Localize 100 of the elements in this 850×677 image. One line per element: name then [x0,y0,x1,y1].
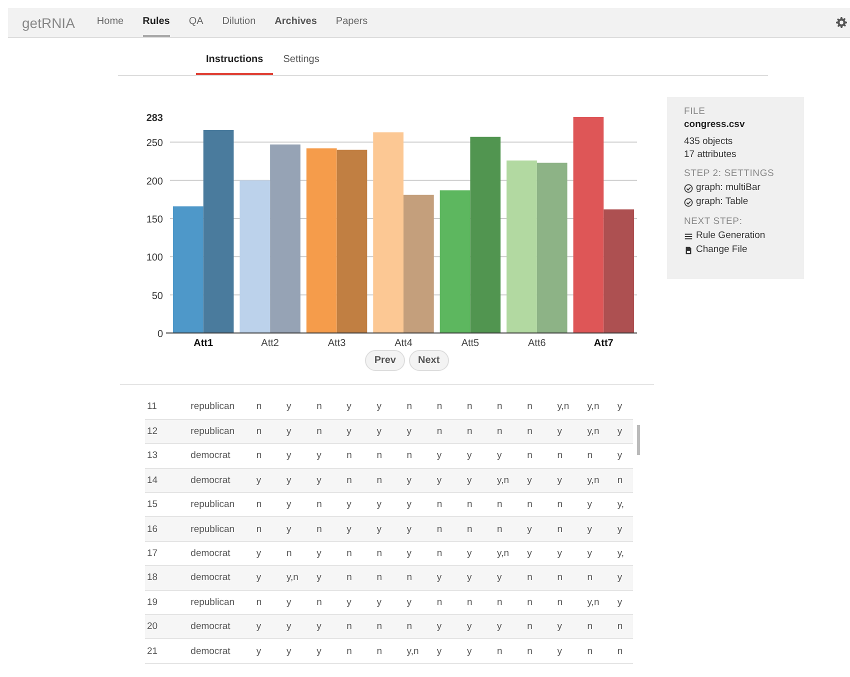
table-cell: y [557,468,588,493]
table-cell: y [406,516,437,542]
table-cell: n [436,516,467,542]
table-cell: y [617,444,633,468]
table-cell: y [466,444,498,468]
nav-link[interactable]: Rules [142,8,170,37]
table-cell: republican [190,590,256,615]
table-cell: n [617,468,633,493]
step-link[interactable]: Rule Generation [696,229,766,243]
nav-link[interactable]: QA [188,8,204,37]
tab[interactable]: Settings [273,46,330,75]
axis-label: Att1 [194,338,214,349]
table-cell: n [436,541,467,566]
table-cell: n [497,590,528,615]
nav-link[interactable]: Papers [336,8,368,37]
table-cell: y [286,614,317,639]
table-cell: y [557,614,588,639]
scrollbar-thumb[interactable] [637,425,640,455]
table-cell: n [617,638,633,664]
table-cell: n [346,444,377,468]
table-cell: n [346,468,377,493]
table-cell: y [436,444,467,468]
table-cell: y [527,516,558,542]
table-cell: n [527,614,558,639]
table-cell: y [346,590,377,615]
table-cell: y [587,516,618,542]
table-cell: y [497,614,528,639]
axis-label: 100 [146,252,163,264]
table-cell: y,n [286,566,317,590]
table-cell: n [587,614,618,639]
table-cell: republican [190,419,256,444]
table-cell: y [466,566,498,590]
table-cell: 20 [145,614,191,639]
table-cell: democrat [190,541,256,566]
table-cell: y [587,492,618,517]
table-cell: y [286,419,317,444]
table-cell: n [436,419,467,444]
table-cell: y [406,541,437,566]
table-cell: n [587,444,618,468]
table-cell: republican [190,395,256,420]
table-cell: n [466,516,498,542]
table-cell: y [436,566,467,590]
table-cell: n [497,516,528,542]
table-cell: n [466,419,498,444]
nav-link[interactable]: Dilution [222,8,256,37]
table-cell: n [617,614,633,639]
table-cell: y, [617,541,633,566]
table-cell: n [316,516,347,542]
section-heading: FILE [684,106,706,117]
check-circle-icon [684,184,693,192]
table-cell: n [256,516,286,542]
table-cell: n [376,614,407,639]
table-cell: n [557,516,588,542]
table-cell: n [587,638,618,664]
table-cell: n [466,590,498,615]
tab[interactable]: Instructions [196,46,274,75]
settings-icon[interactable] [836,17,847,28]
table-cell: n [316,492,347,517]
table-cell: y [406,468,437,493]
nav-link[interactable]: Archives [274,8,317,37]
table-cell: y [316,468,347,493]
table-cell: n [527,590,558,615]
table-cell: y [256,566,286,590]
table-cell: n [316,395,347,420]
table-cell: n [376,638,407,664]
table-cell: y [346,492,377,517]
table-cell: democrat [190,468,256,493]
axis-label: Att4 [394,338,412,349]
table-cell: n [376,468,407,493]
table-cell: n [316,590,347,615]
table-cell: y [376,590,407,615]
table-cell: n [376,444,407,468]
table-cell: y [346,395,377,420]
step-link[interactable]: Change File [696,243,748,257]
pager-button[interactable]: Next [409,350,449,371]
table-cell: n [406,395,437,420]
table-cell: n [557,590,588,615]
table-cell: 19 [145,590,191,615]
axis-label: Att5 [461,338,480,349]
table-cell: y [617,516,633,542]
table-cell: n [256,444,286,468]
table-cell: y [406,419,437,444]
table-cell: republican [190,492,256,517]
section-heading: STEP 2: SETTINGS [684,168,776,179]
table-cell: n [256,492,286,517]
table-cell: y [316,566,347,590]
table-cell: y,n [497,468,528,493]
table-cell: n [256,419,286,444]
table-cell: y [256,638,286,664]
table-cell: y [557,419,588,444]
table-cell: y [316,614,347,639]
table-cell: y [316,444,347,468]
table-cell: y [466,638,498,664]
pager-button[interactable]: Prev [365,350,405,371]
table-cell: y [466,614,498,639]
table-cell: republican [190,516,256,542]
table-cell: n [466,395,498,420]
check-circle-icon [684,198,693,206]
file-stat: 17 attributes [684,148,738,161]
nav-link[interactable]: Home [96,8,124,37]
